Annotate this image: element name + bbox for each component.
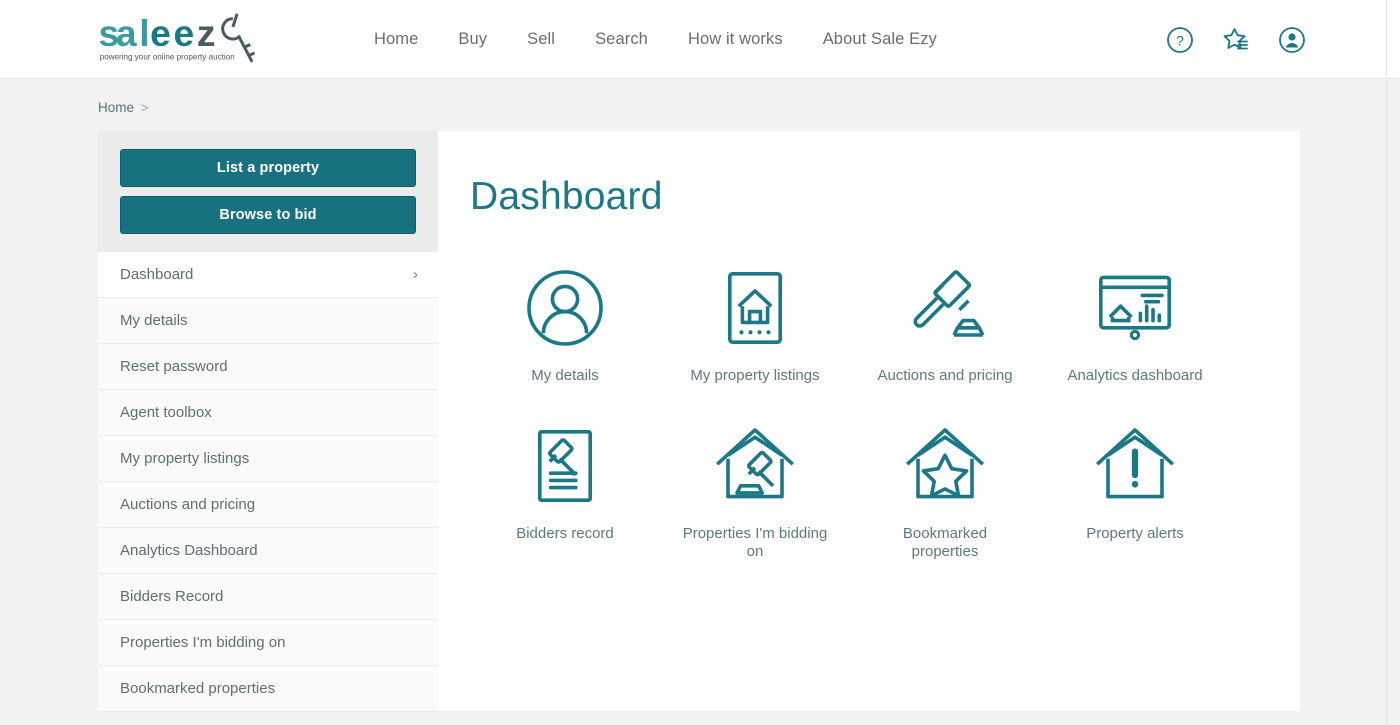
nav-item-about-sale-ezy[interactable]: About Sale Ezy xyxy=(803,24,957,55)
dashboard-tile-label: Properties I'm bidding on xyxy=(682,525,828,560)
sidebar-item-properties-im-bidding-on[interactable]: Properties I'm bidding on xyxy=(98,620,438,666)
nav-item-sell[interactable]: Sell xyxy=(507,24,575,55)
house-gavel-icon xyxy=(715,428,795,499)
house-alert-icon xyxy=(1095,428,1175,499)
sidebar-item-label: My property listings xyxy=(120,450,250,467)
browse-to-bid-button[interactable]: Browse to bid xyxy=(120,196,416,234)
person-circle-icon xyxy=(527,270,603,346)
svg-text:powering your online property: powering your online property auction xyxy=(100,52,235,61)
house-document-icon xyxy=(728,272,782,344)
dashboard-tile-auctions-and-pricing[interactable]: Auctions and pricing xyxy=(850,257,1040,391)
sidebar-item-label: Bookmarked properties xyxy=(120,680,276,697)
page-layout: List a property Browse to bid Dashboard … xyxy=(98,131,1300,712)
sidebar-item-bidders-record[interactable]: Bidders Record xyxy=(98,574,438,620)
sidebar-item-label: Agent toolbox xyxy=(120,404,212,421)
sidebar-item-my-property-listings[interactable]: My property listings xyxy=(98,436,438,482)
list-a-property-button[interactable]: List a property xyxy=(120,149,416,187)
sidebar: List a property Browse to bid Dashboard … xyxy=(98,131,438,712)
site-header: s a l e e z powering your online propert… xyxy=(0,0,1400,79)
header-icon-group: ? xyxy=(1166,0,1306,79)
page-title: Dashboard xyxy=(470,175,663,218)
sidebar-item-label: Properties I'm bidding on xyxy=(120,634,286,651)
sidebar-item-reset-password[interactable]: Reset password xyxy=(98,344,438,390)
presentation-chart-icon xyxy=(1099,275,1171,341)
dashboard-tile-label: Bookmarked properties xyxy=(902,525,988,560)
dashboard-tile-label: Bidders record xyxy=(516,525,614,542)
help-icon[interactable]: ? xyxy=(1166,26,1194,54)
dashboard-tile-properties-im-bidding-on[interactable]: Properties I'm bidding on xyxy=(660,415,850,567)
dashboard-tile-analytics-dashboard[interactable]: Analytics dashboard xyxy=(1040,257,1230,391)
svg-text:l: l xyxy=(139,12,149,54)
dashboard-tile-my-property-listings[interactable]: My property listings xyxy=(660,257,850,391)
dashboard-tile-property-alerts[interactable]: Property alerts xyxy=(1040,415,1230,567)
sidebar-action-buttons: List a property Browse to bid xyxy=(98,131,438,252)
dashboard-tile-label: My property listings xyxy=(690,367,820,384)
svg-text:e: e xyxy=(150,12,171,54)
sidebar-item-auctions-and-pricing[interactable]: Auctions and pricing xyxy=(98,482,438,528)
sidebar-item-my-details[interactable]: My details xyxy=(98,298,438,344)
sidebar-item-label: Bidders Record xyxy=(120,588,224,605)
house-star-icon xyxy=(905,428,985,499)
svg-text:a: a xyxy=(116,12,137,54)
gavel-icon xyxy=(913,270,985,337)
dashboard-tile-label: My details xyxy=(531,367,599,384)
nav-item-search[interactable]: Search xyxy=(575,24,668,55)
saleezy-logo-icon: s a l e e z powering your online propert… xyxy=(99,12,256,63)
gavel-document-icon xyxy=(538,430,592,502)
svg-text:e: e xyxy=(174,12,195,54)
page-right-rule xyxy=(1386,0,1387,725)
dashboard-tile-bookmarked-properties[interactable]: Bookmarked properties xyxy=(850,415,1040,567)
account-avatar-icon[interactable] xyxy=(1278,26,1306,54)
breadcrumb: Home > xyxy=(98,100,1400,115)
nav-item-how-it-works[interactable]: How it works xyxy=(668,24,803,55)
dashboard-tile-my-details[interactable]: My details xyxy=(470,257,660,391)
sidebar-item-label: Reset password xyxy=(120,358,228,375)
sidebar-item-analytics-dashboard[interactable]: Analytics Dashboard xyxy=(98,528,438,574)
dashboard-tile-label: Property alerts xyxy=(1086,525,1184,542)
chevron-right-icon: › xyxy=(413,266,418,283)
dashboard-tile-grid: My details My property listings Auctions… xyxy=(470,257,1260,567)
site-logo[interactable]: s a l e e z powering your online propert… xyxy=(96,8,286,70)
nav-item-home[interactable]: Home xyxy=(354,24,438,55)
svg-text:z: z xyxy=(197,12,216,54)
breadcrumb-item-home[interactable]: Home xyxy=(98,100,134,115)
dashboard-tile-label: Analytics dashboard xyxy=(1067,367,1203,384)
main-nav: Home Buy Sell Search How it works About … xyxy=(354,24,957,55)
dashboard-tile-bidders-record[interactable]: Bidders record xyxy=(470,415,660,567)
watchlist-star-icon[interactable] xyxy=(1222,26,1250,54)
sidebar-item-label: Dashboard xyxy=(120,266,194,283)
nav-item-buy[interactable]: Buy xyxy=(438,24,507,55)
sidebar-menu: Dashboard › My details Reset password Ag… xyxy=(98,252,438,712)
sidebar-item-label: Analytics Dashboard xyxy=(120,542,258,559)
main-content: Dashboard My details My property listing… xyxy=(438,131,1300,711)
sidebar-item-bookmarked-properties[interactable]: Bookmarked properties xyxy=(98,666,438,712)
sidebar-item-label: My details xyxy=(120,312,188,329)
sidebar-item-label: Auctions and pricing xyxy=(120,496,256,513)
sidebar-item-dashboard[interactable]: Dashboard › xyxy=(98,252,438,298)
dashboard-tile-label: Auctions and pricing xyxy=(877,367,1013,384)
svg-text:?: ? xyxy=(1176,32,1184,48)
breadcrumb-separator: > xyxy=(141,100,149,115)
sidebar-item-agent-toolbox[interactable]: Agent toolbox xyxy=(98,390,438,436)
